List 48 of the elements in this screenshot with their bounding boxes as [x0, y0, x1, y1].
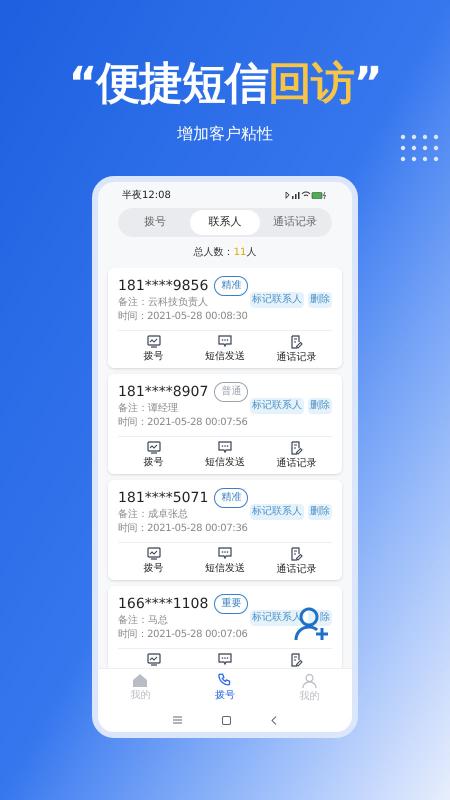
- phone-number: 181****8907: [118, 382, 208, 402]
- phone-number: 181****5071: [118, 488, 208, 508]
- total-count: 总人数：11人: [194, 246, 256, 260]
- card-action[interactable]: 拨号: [122, 440, 186, 470]
- card-action[interactable]: 通话记录: [264, 334, 328, 364]
- action-label: 短信发送: [204, 350, 245, 362]
- action-label: 通话记录: [276, 456, 316, 470]
- action-chip[interactable]: 删除: [308, 504, 332, 520]
- card-action[interactable]: 短信发送: [192, 440, 257, 470]
- segment-tab[interactable]: 通话记录: [260, 210, 330, 234]
- remark-text: 备注：马总: [118, 614, 169, 628]
- status-time: 半夜12:08: [122, 188, 171, 202]
- subtitle: 增加客户粘性: [177, 123, 273, 145]
- remark-text: 备注：谭经理: [118, 402, 179, 416]
- action-label: 通话记录: [276, 562, 316, 576]
- time-text: 时间：2021-05-28 00:08:30: [118, 310, 248, 324]
- card-action[interactable]: 短信发送: [192, 546, 257, 576]
- action-label: 拨号: [144, 350, 164, 362]
- action-chip[interactable]: 标记联系人: [250, 504, 304, 520]
- action-chip[interactable]: 删除: [308, 292, 332, 308]
- phone-number: 181****9856: [118, 276, 208, 296]
- contact-tag: 精准: [214, 488, 248, 508]
- card-action[interactable]: 拨号: [122, 334, 186, 364]
- action-chip[interactable]: 删除: [308, 398, 332, 414]
- action-chip[interactable]: 标记联系人: [250, 292, 304, 308]
- phone-number: 166****1108: [118, 594, 208, 614]
- headline: “便捷短信回访”: [68, 62, 382, 106]
- action-label: 短信发送: [204, 562, 245, 574]
- contact-tag: 普通: [214, 382, 248, 402]
- action-label: 通话记录: [276, 350, 316, 364]
- contact-tag: 重要: [214, 594, 248, 614]
- card-action[interactable]: 通话记录: [264, 546, 328, 576]
- action-label: 拨号: [144, 456, 164, 468]
- action-chip[interactable]: 标记联系人: [250, 398, 304, 414]
- nav-tab[interactable]: 拨号: [200, 673, 249, 704]
- remark-text: 备注：成卓张总: [118, 508, 189, 522]
- card-action[interactable]: 短信发送: [192, 334, 257, 364]
- card-action[interactable]: 通话记录: [264, 440, 328, 470]
- time-text: 时间：2021-05-28 00:07:36: [118, 522, 248, 536]
- contact-tag: 精准: [214, 276, 248, 296]
- action-label: 短信发送: [204, 456, 245, 468]
- action-label: 拨号: [144, 562, 164, 574]
- segment-tab[interactable]: 拨号: [120, 210, 190, 234]
- remark-text: 备注：云科技负责人: [118, 296, 209, 310]
- segment-tab[interactable]: 联系人: [190, 210, 260, 234]
- time-text: 时间：2021-05-28 00:07:06: [118, 628, 248, 642]
- time-text: 时间：2021-05-28 00:07:56: [118, 416, 248, 430]
- card-action[interactable]: 拨号: [122, 546, 186, 576]
